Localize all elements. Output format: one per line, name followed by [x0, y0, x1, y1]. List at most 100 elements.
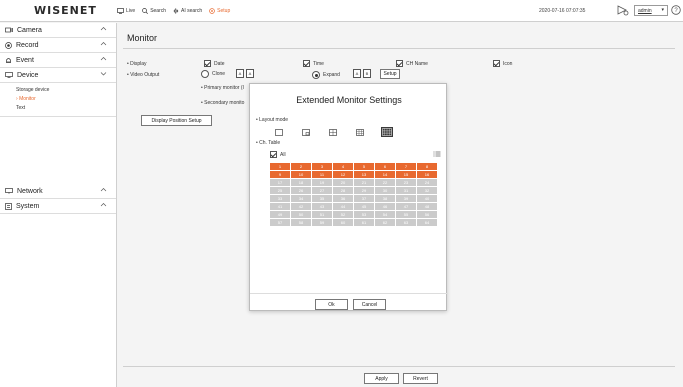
nav-setup[interactable]: Setup: [209, 8, 230, 14]
checkbox-icon[interactable]: Icon: [493, 60, 512, 67]
submenu-text[interactable]: Text: [16, 104, 116, 113]
radio-button[interactable]: [312, 71, 320, 79]
channel-cell[interactable]: 52: [332, 210, 354, 219]
channel-cell[interactable]: 31: [395, 186, 417, 195]
cancel-button[interactable]: Cancel: [353, 299, 386, 310]
channel-cell[interactable]: 38: [374, 194, 396, 203]
checkbox-date[interactable]: Date: [204, 60, 225, 67]
channel-cell[interactable]: 35: [311, 194, 333, 203]
channel-cell[interactable]: 45: [353, 202, 375, 211]
checkbox-all[interactable]: All: [270, 151, 286, 158]
sidebar-item-camera[interactable]: Camera: [0, 23, 116, 38]
channel-cell[interactable]: 7: [395, 162, 417, 171]
channel-cell[interactable]: 8: [416, 162, 438, 171]
setup-button[interactable]: Setup: [380, 69, 400, 79]
channel-cell[interactable]: 27: [311, 186, 333, 195]
monitor-c-button[interactable]: A: [353, 69, 361, 78]
channel-cell[interactable]: 44: [332, 202, 354, 211]
layout-16split-icon[interactable]: [381, 127, 393, 137]
radio-expand[interactable]: Expand: [312, 71, 340, 79]
channel-cell[interactable]: 43: [311, 202, 333, 211]
channel-cell[interactable]: 12: [332, 170, 354, 179]
channel-cell[interactable]: 62: [374, 218, 396, 227]
channel-cell[interactable]: 24: [416, 178, 438, 187]
channel-cell[interactable]: 9: [269, 170, 291, 179]
nav-ai-search[interactable]: AI search: [173, 8, 202, 14]
help-icon[interactable]: ?: [671, 5, 681, 17]
checkbox[interactable]: [493, 60, 500, 67]
monitor-b-button[interactable]: A: [246, 69, 254, 78]
sidebar-item-event[interactable]: Event: [0, 53, 116, 68]
checkbox[interactable]: [270, 151, 277, 158]
channel-cell[interactable]: 23: [395, 178, 417, 187]
radio-clone[interactable]: Clone: [201, 70, 225, 78]
submenu-storage-device[interactable]: Storage device: [16, 86, 116, 95]
checkbox[interactable]: [303, 60, 310, 67]
channel-cell[interactable]: 22: [374, 178, 396, 187]
list-icon[interactable]: [433, 151, 441, 159]
channel-cell[interactable]: 54: [374, 210, 396, 219]
channel-cell[interactable]: 46: [374, 202, 396, 211]
channel-cell[interactable]: 60: [332, 218, 354, 227]
checkbox[interactable]: [396, 60, 403, 67]
channel-cell[interactable]: 41: [269, 202, 291, 211]
channel-cell[interactable]: 1: [269, 162, 291, 171]
channel-cell[interactable]: 51: [311, 210, 333, 219]
channel-cell[interactable]: 50: [290, 210, 312, 219]
channel-cell[interactable]: 30: [374, 186, 396, 195]
channel-cell[interactable]: 57: [269, 218, 291, 227]
channel-cell[interactable]: 21: [353, 178, 375, 187]
layout-9split-icon[interactable]: [354, 127, 366, 137]
channel-cell[interactable]: 59: [311, 218, 333, 227]
revert-button[interactable]: Revert: [403, 373, 438, 384]
channel-cell[interactable]: 58: [290, 218, 312, 227]
channel-cell[interactable]: 11: [311, 170, 333, 179]
channel-cell[interactable]: 40: [416, 194, 438, 203]
channel-cell[interactable]: 63: [395, 218, 417, 227]
checkbox-time[interactable]: Time: [303, 60, 324, 67]
channel-cell[interactable]: 13: [353, 170, 375, 179]
checkbox[interactable]: [204, 60, 211, 67]
channel-cell[interactable]: 64: [416, 218, 438, 227]
channel-cell[interactable]: 36: [332, 194, 354, 203]
sidebar-item-record[interactable]: Record: [0, 38, 116, 53]
layout-quad-icon[interactable]: [327, 127, 339, 137]
channel-cell[interactable]: 61: [353, 218, 375, 227]
submenu-monitor[interactable]: Monitor: [16, 95, 116, 104]
monitor-d-button[interactable]: B: [363, 69, 371, 78]
channel-cell[interactable]: 32: [416, 186, 438, 195]
channel-cell[interactable]: 14: [374, 170, 396, 179]
sidebar-item-network[interactable]: Network: [0, 184, 116, 199]
apply-button[interactable]: Apply: [364, 373, 399, 384]
channel-cell[interactable]: 26: [290, 186, 312, 195]
radio-button[interactable]: [201, 70, 209, 78]
channel-cell[interactable]: 29: [353, 186, 375, 195]
sidebar-item-device[interactable]: Device: [0, 68, 116, 83]
channel-cell[interactable]: 34: [290, 194, 312, 203]
sidebar-item-system[interactable]: System: [0, 199, 116, 214]
channel-cell[interactable]: 2: [290, 162, 312, 171]
channel-cell[interactable]: 6: [374, 162, 396, 171]
channel-cell[interactable]: 37: [353, 194, 375, 203]
layout-single-icon[interactable]: [273, 127, 285, 137]
channel-cell[interactable]: 10: [290, 170, 312, 179]
channel-cell[interactable]: 33: [269, 194, 291, 203]
channel-cell[interactable]: 16: [416, 170, 438, 179]
channel-cell[interactable]: 55: [395, 210, 417, 219]
channel-cell[interactable]: 28: [332, 186, 354, 195]
channel-cell[interactable]: 5: [353, 162, 375, 171]
channel-cell[interactable]: 20: [332, 178, 354, 187]
channel-cell[interactable]: 42: [290, 202, 312, 211]
checkbox-ch-name[interactable]: CH Name: [396, 60, 428, 67]
channel-cell[interactable]: 4: [332, 162, 354, 171]
display-position-setup-button[interactable]: Display Position Setup: [141, 115, 212, 126]
user-select[interactable]: admin ▾: [634, 5, 668, 16]
channel-cell[interactable]: 56: [416, 210, 438, 219]
user-icon[interactable]: [617, 5, 629, 18]
ok-button[interactable]: Ok: [315, 299, 348, 310]
channel-cell[interactable]: 17: [269, 178, 291, 187]
monitor-a-button[interactable]: A: [236, 69, 244, 78]
channel-cell[interactable]: 53: [353, 210, 375, 219]
channel-cell[interactable]: 49: [269, 210, 291, 219]
layout-pip-icon[interactable]: [300, 127, 312, 137]
